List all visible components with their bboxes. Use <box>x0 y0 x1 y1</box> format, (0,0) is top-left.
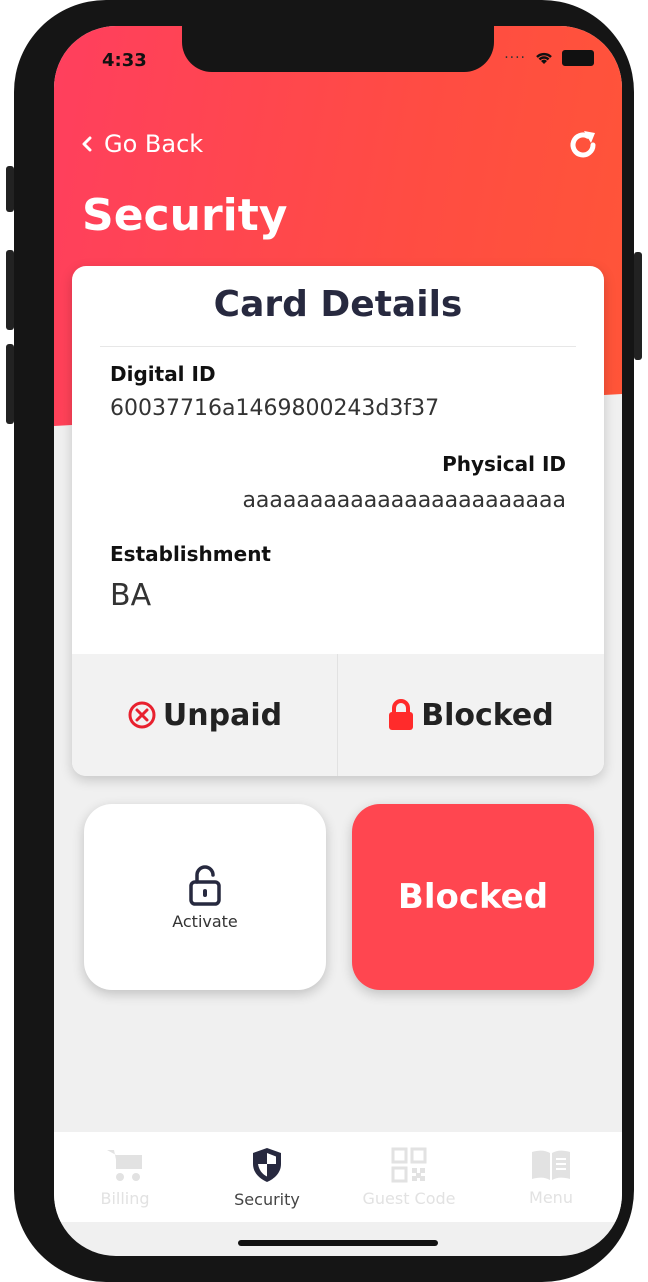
home-indicator <box>238 1240 438 1246</box>
physical-id-value: aaaaaaaaaaaaaaaaaaaaaaaa <box>242 488 566 513</box>
phone-frame: 4:33 ···· Go Back Security Card Details … <box>14 0 634 1282</box>
tab-billing[interactable]: Billing <box>54 1132 196 1222</box>
digital-id-label: Digital ID <box>110 362 216 386</box>
activate-label: Activate <box>172 911 238 931</box>
app-screen: 4:33 ···· Go Back Security Card Details … <box>54 26 622 1256</box>
wifi-icon <box>536 52 552 64</box>
blocked-label: Blocked <box>397 877 549 917</box>
tab-guest-code-label: Guest Code <box>362 1188 456 1208</box>
tab-security[interactable]: Security <box>196 1132 338 1222</box>
device-notch <box>182 26 494 72</box>
lock-icon <box>389 699 414 730</box>
go-back-button[interactable]: Go Back <box>82 130 203 158</box>
card-title: Card Details <box>213 284 463 325</box>
close-circle-icon <box>128 701 156 729</box>
battery-icon <box>562 50 594 66</box>
payment-status: Unpaid <box>72 654 337 776</box>
lock-status: Blocked <box>338 654 603 776</box>
book-icon <box>532 1150 570 1180</box>
physical-id-label: Physical ID <box>442 452 566 476</box>
volume-up-button <box>6 250 14 330</box>
shield-icon <box>253 1147 281 1182</box>
tab-menu[interactable]: Menu <box>480 1132 622 1222</box>
tab-security-label: Security <box>234 1189 300 1209</box>
establishment-value: BA <box>110 578 152 613</box>
tab-guest-code[interactable]: Guest Code <box>338 1132 480 1222</box>
blocked-button[interactable]: Blocked <box>352 804 594 990</box>
establishment-label: Establishment <box>110 542 271 566</box>
refresh-icon <box>570 131 596 158</box>
status-time: 4:33 <box>102 50 147 71</box>
lock-status-label: Blocked <box>421 697 554 733</box>
volume-down-button <box>6 344 14 424</box>
go-back-label: Go Back <box>104 130 204 158</box>
cart-icon <box>107 1149 142 1181</box>
payment-status-label: Unpaid <box>162 697 283 733</box>
power-button <box>634 252 642 360</box>
card-divider <box>100 346 576 347</box>
tab-billing-label: Billing <box>100 1188 150 1208</box>
tab-menu-label: Menu <box>529 1187 573 1207</box>
status-icons: ···· <box>504 50 594 66</box>
signal-icon: ···· <box>504 50 526 66</box>
card-details-panel: Card Details Digital ID 60037716a1469800… <box>72 266 604 776</box>
refresh-button[interactable] <box>566 128 600 166</box>
chevron-left-icon <box>82 136 92 152</box>
tab-bar: Billing Security Guest Code Menu <box>54 1132 622 1222</box>
card-status-row: Unpaid Blocked <box>72 654 604 776</box>
digital-id-value: 60037716a1469800243d3f37 <box>110 396 440 421</box>
unlock-icon <box>189 864 221 906</box>
mute-switch <box>6 166 14 212</box>
page-title: Security <box>82 190 288 241</box>
qr-code-icon <box>391 1147 427 1182</box>
activate-button[interactable]: Activate <box>84 804 326 990</box>
